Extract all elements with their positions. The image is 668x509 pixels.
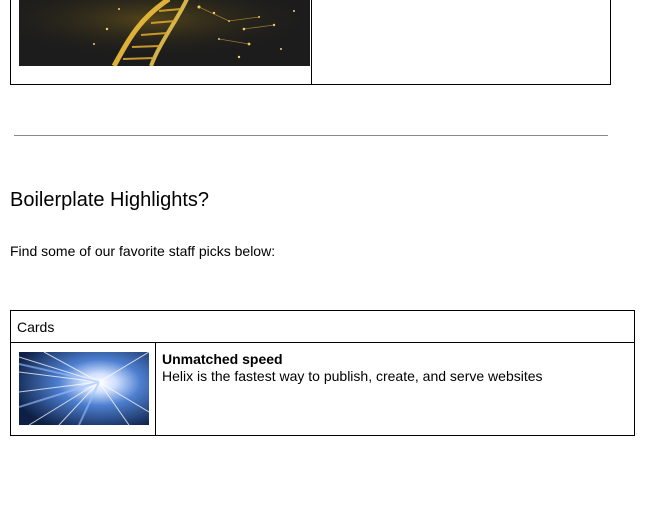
card-description: Helix is the fastest way to publish, cre… (162, 368, 543, 384)
card-row: Unmatched speed Helix is the fastest way… (11, 343, 634, 435)
top-table-empty-cell (312, 0, 610, 84)
cards-table: Cards Unmatched speed Helix is the faste… (10, 310, 635, 436)
top-table-image-cell (11, 0, 312, 84)
card-image-cell (11, 343, 156, 435)
speed-tunnel-image (19, 352, 149, 425)
section-heading: Boilerplate Highlights? (10, 189, 210, 211)
top-table (10, 0, 611, 85)
dna-helix-image (19, 0, 310, 66)
cards-table-header: Cards (11, 311, 634, 343)
card-title: Unmatched speed (162, 351, 283, 367)
section-divider (14, 135, 608, 136)
card-text-cell: Unmatched speed Helix is the fastest way… (156, 343, 634, 435)
section-intro: Find some of our favorite staff picks be… (10, 243, 276, 259)
